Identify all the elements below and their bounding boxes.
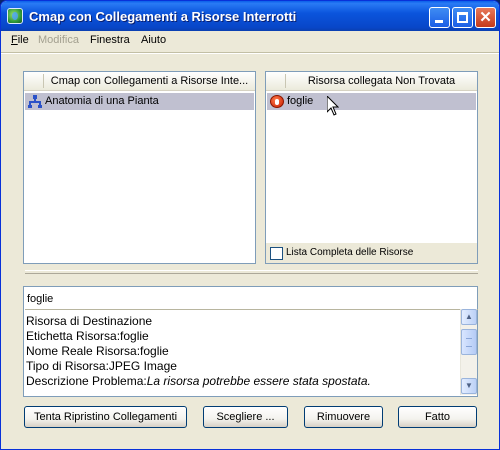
cmaptools-app-icon[interactable]: [7, 8, 23, 24]
cmap-column-header[interactable]: Cmap con Collegamenti a Risorse Inte...: [24, 72, 255, 91]
cmap-column-header-label: Cmap con Collegamenti a Risorse Inte...: [50, 75, 249, 87]
menu-separator: [1, 52, 499, 54]
selected-resource-name: foglie: [27, 293, 54, 305]
cmap-list-item[interactable]: Anatomia di una Pianta: [25, 93, 254, 110]
cmap-icon: [28, 95, 42, 108]
detail-line: Etichetta Risorsa:foglie: [26, 329, 149, 343]
remove-button[interactable]: Rimuovere: [304, 406, 383, 428]
close-icon: ✕: [479, 9, 492, 26]
scrollbar-thumb[interactable]: [461, 329, 477, 355]
cmap-list-panel[interactable]: Cmap con Collegamenti a Risorse Inte... …: [23, 71, 256, 264]
resource-list-options: Lista Completa delle Risorse: [266, 243, 477, 263]
cmap-item-label: Anatomia di una Pianta: [45, 95, 159, 107]
complete-list-label[interactable]: Lista Completa delle Risorse: [286, 247, 413, 258]
detail-line: Nome Reale Risorsa:foglie: [26, 344, 169, 358]
problem-description: Descrizione Problema:La risorsa potrebbe…: [26, 374, 460, 389]
detail-line: Risorsa di Destinazione: [26, 314, 153, 328]
menu-aiuto[interactable]: Aiuto: [141, 34, 166, 46]
menu-bar: File Modifica Finestra Aiuto: [5, 32, 495, 50]
column-header-spacer: [24, 74, 44, 88]
resource-list-item[interactable]: foglie: [267, 93, 476, 110]
section-divider: [25, 270, 478, 274]
menu-file[interactable]: File: [11, 34, 29, 46]
minimize-button[interactable]: [429, 7, 450, 28]
details-separator: [25, 309, 478, 310]
details-scrollbar[interactable]: ▲ ▼: [460, 309, 477, 395]
repair-links-button[interactable]: Tenta Ripristino Collegamenti: [24, 406, 187, 428]
resource-column-header-label: Risorsa collegata Non Trovata: [307, 75, 456, 87]
close-button[interactable]: ✕: [475, 7, 496, 28]
choose-button[interactable]: Scegliere ...: [203, 406, 288, 428]
resource-item-label: foglie: [287, 95, 314, 107]
minimize-icon: [435, 20, 443, 23]
menu-modifica: Modifica: [38, 34, 79, 46]
done-button[interactable]: Fatto: [398, 406, 477, 428]
maximize-icon: [457, 12, 468, 23]
broken-link-error-icon: [270, 95, 284, 108]
column-header-spacer: [266, 74, 286, 88]
resource-column-header[interactable]: Risorsa collegata Non Trovata: [266, 72, 477, 91]
resource-details-text: Risorsa di Destinazione Etichetta Risors…: [26, 314, 460, 389]
window-title: Cmap con Collegamenti a Risorse Interrot…: [29, 9, 297, 24]
title-bar[interactable]: Cmap con Collegamenti a Risorse Interrot…: [1, 1, 499, 31]
mouse-pointer-icon: [327, 96, 339, 116]
problem-text: La risorsa potrebbe essere stata spostat…: [146, 374, 371, 388]
scroll-up-arrow-icon[interactable]: ▲: [461, 309, 477, 325]
problem-label: Descrizione Problema:: [26, 374, 147, 388]
maximize-button[interactable]: [452, 7, 473, 28]
dialog-window: Cmap con Collegamenti a Risorse Interrot…: [0, 0, 500, 450]
complete-list-checkbox[interactable]: [270, 247, 283, 260]
missing-resource-panel[interactable]: Risorsa collegata Non Trovata foglie Lis…: [265, 71, 478, 264]
scroll-down-arrow-icon[interactable]: ▼: [461, 378, 477, 394]
menu-finestra[interactable]: Finestra: [90, 34, 130, 46]
detail-line: Tipo di Risorsa:JPEG Image: [26, 359, 177, 373]
